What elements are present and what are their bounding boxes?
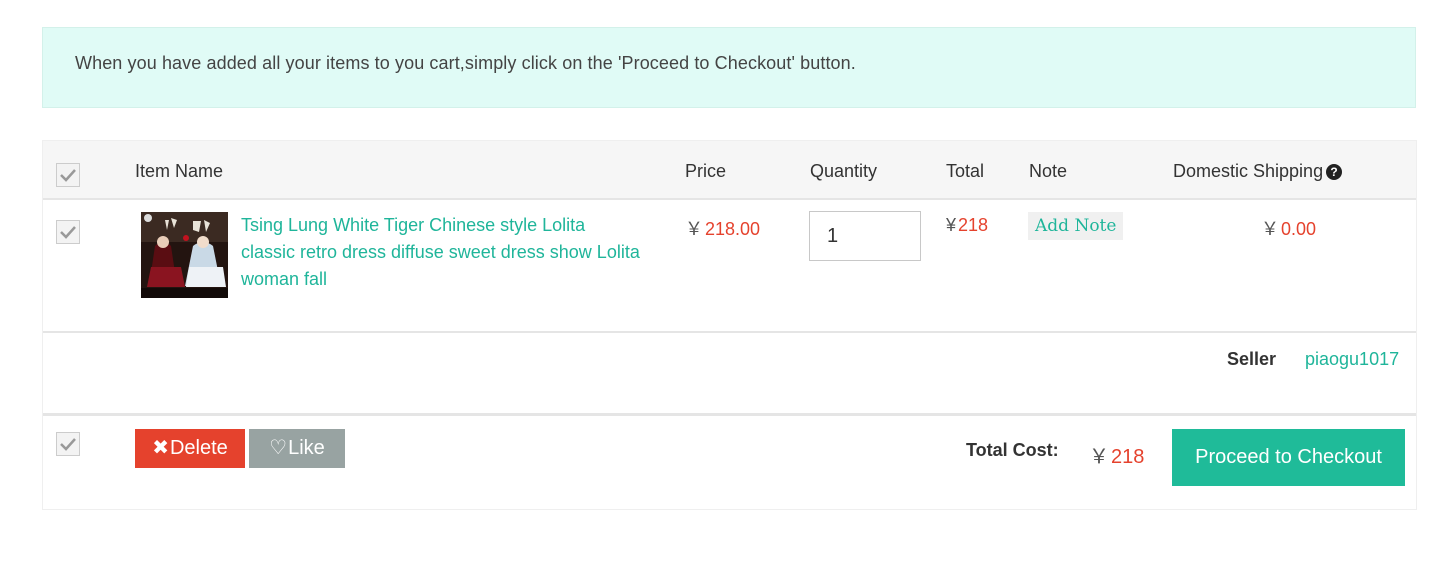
header-note: Note (1029, 161, 1068, 181)
total-cost-amount: 218 (1111, 446, 1145, 468)
proceed-to-checkout-button[interactable]: Proceed to Checkout (1172, 429, 1405, 486)
total-value: 218 (958, 215, 989, 235)
heart-icon: ♡ (269, 437, 288, 459)
quantity-input[interactable] (809, 211, 921, 261)
cart-footer: ✖Delete ♡Like Total Cost: ￥ 218 Proceed t… (43, 416, 1416, 509)
total-cost-label: Total Cost: (966, 440, 1059, 460)
seller-row: Seller piaogu1017 (43, 333, 1416, 416)
delete-button[interactable]: ✖Delete (135, 429, 245, 468)
product-thumbnail[interactable] (141, 212, 228, 298)
total-cost-currency: ￥ (1089, 446, 1109, 468)
shipping-value: 0.00 (1281, 219, 1317, 239)
item-checkbox[interactable] (56, 220, 80, 244)
header-domestic-shipping-label: Domestic Shipping (1173, 161, 1324, 181)
delete-label: Delete (169, 437, 228, 459)
close-icon: ✖ (152, 437, 169, 459)
footer-select-all-checkbox[interactable] (56, 432, 80, 456)
item-price: ￥ 218.00 (685, 215, 760, 241)
add-note-button[interactable]: Add Note (1028, 212, 1124, 240)
table-row: Tsing Lung White Tiger Chinese style Lol… (43, 200, 1416, 333)
total-cost-value: ￥ 218 (1089, 440, 1144, 469)
seller-label: Seller (1227, 349, 1277, 369)
header-domestic-shipping: Domestic Shipping? (1173, 161, 1343, 182)
table-header: Item Name Price Quantity Total Note Dome… (43, 141, 1416, 200)
price-currency: ￥ (685, 219, 703, 239)
question-circle-icon[interactable]: ? (1326, 164, 1343, 180)
header-item-name: Item Name (135, 161, 224, 181)
select-all-checkbox[interactable] (56, 163, 80, 187)
header-quantity: Quantity (810, 161, 878, 181)
item-title-link[interactable]: Tsing Lung White Tiger Chinese style Lol… (241, 212, 641, 293)
header-total: Total (946, 161, 985, 181)
like-label: Like (288, 437, 325, 459)
shipping-currency: ￥ (1261, 219, 1279, 239)
seller-name-link[interactable]: piaogu1017 (1305, 349, 1399, 370)
like-button[interactable]: ♡Like (249, 429, 345, 468)
header-price: Price (685, 161, 727, 181)
info-notice: When you have added all your items to yo… (42, 27, 1416, 108)
price-value: 218.00 (705, 219, 761, 239)
cart-table: Item Name Price Quantity Total Note Dome… (42, 140, 1417, 510)
item-total: ¥218 (946, 215, 988, 236)
item-shipping: ￥ 0.00 (1261, 215, 1316, 241)
total-currency: ¥ (946, 215, 957, 235)
notice-text: When you have added all your items to yo… (75, 53, 856, 73)
